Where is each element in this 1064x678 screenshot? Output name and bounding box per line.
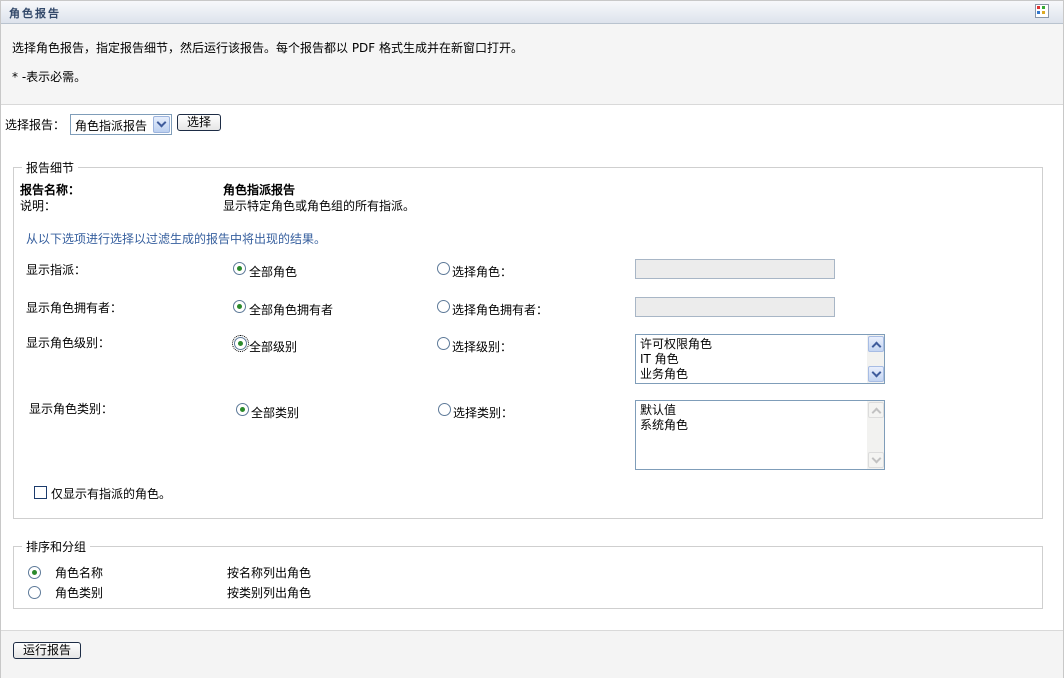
select-owners-radio[interactable] xyxy=(437,300,450,313)
sort-legend: 排序和分组 xyxy=(26,540,87,554)
select-roles-radio[interactable] xyxy=(437,262,450,275)
categories-options: 默认值 系统角色 xyxy=(640,403,688,433)
sort-by-name-desc: 按名称列出角色 xyxy=(227,566,312,580)
show-levels-label: 显示角色级别： xyxy=(26,336,111,350)
footer-bar: 运行报告 xyxy=(1,630,1063,678)
select-report-button[interactable]: 选择 xyxy=(177,114,221,131)
intro-text: 选择角色报告，指定报告细节，然后运行该报告。每个报告都以 PDF 格式生成并在新… xyxy=(12,41,524,55)
report-select-value: 角色指派报告 xyxy=(75,119,148,133)
sort-group: 排序和分组 xyxy=(13,538,1043,609)
show-assignments-label: 显示指派： xyxy=(26,263,87,277)
filter-hint: 从以下选项进行选择以过滤生成的报告中将出现的结果。 xyxy=(26,232,327,246)
only-assigned-checkbox[interactable] xyxy=(34,486,47,499)
select-roles-field[interactable] xyxy=(635,259,835,279)
show-categories-label: 显示角色类别： xyxy=(29,402,114,416)
chevron-down-icon[interactable] xyxy=(868,366,884,382)
chevron-down-icon[interactable] xyxy=(868,452,884,468)
chevron-up-icon[interactable] xyxy=(868,336,884,352)
sort-by-category-radio[interactable] xyxy=(28,586,41,599)
levels-options: 许可权限角色 IT 角色 业务角色 xyxy=(640,337,712,382)
report-details-group: 报告细节 xyxy=(13,159,1043,519)
select-roles-label: 选择角色： xyxy=(452,265,513,279)
sort-by-category-desc: 按类别列出角色 xyxy=(227,586,312,600)
levels-scrollbar[interactable] xyxy=(867,335,884,383)
levels-listbox[interactable]: 许可权限角色 IT 角色 业务角色 xyxy=(635,334,885,384)
all-categories-label: 全部类别 xyxy=(251,406,300,420)
only-assigned-label: 仅显示有指派的角色。 xyxy=(51,487,172,501)
all-owners-label: 全部角色拥有者 xyxy=(249,303,334,317)
list-item[interactable]: IT 角色 xyxy=(640,352,712,367)
page-title: 角色报告 xyxy=(9,7,61,20)
all-roles-label: 全部角色 xyxy=(249,265,298,279)
list-item[interactable]: 系统角色 xyxy=(640,418,688,433)
show-owners-label: 显示角色拥有者： xyxy=(26,301,123,315)
intro-panel: 选择角色报告，指定报告细节，然后运行该报告。每个报告都以 PDF 格式生成并在新… xyxy=(1,24,1063,105)
all-roles-radio[interactable] xyxy=(233,262,246,275)
description-label: 说明： xyxy=(20,199,57,213)
report-window: 角色报告 选择角色报告，指定报告细节，然后运行该报告。每个报告都以 PDF 格式… xyxy=(0,0,1064,678)
categories-listbox[interactable]: 默认值 系统角色 xyxy=(635,400,885,470)
list-item[interactable]: 许可权限角色 xyxy=(640,337,712,352)
select-categories-label: 选择类别： xyxy=(453,406,514,420)
report-details-legend: 报告细节 xyxy=(26,161,75,175)
chevron-up-icon[interactable] xyxy=(868,402,884,418)
required-note: * -表示必需。 xyxy=(12,70,87,84)
all-levels-radio[interactable] xyxy=(232,335,249,352)
select-levels-radio[interactable] xyxy=(437,337,450,350)
all-levels-label: 全部级别 xyxy=(249,340,298,354)
run-report-button[interactable]: 运行报告 xyxy=(13,642,81,659)
chevron-down-icon[interactable] xyxy=(153,116,170,133)
report-select-label: 选择报告： xyxy=(5,118,66,132)
select-owners-field[interactable] xyxy=(635,297,835,317)
report-select-dropdown[interactable]: 角色指派报告 xyxy=(70,114,172,135)
sort-by-name-label: 角色名称 xyxy=(55,566,104,580)
report-name-label: 报告名称： xyxy=(20,183,81,197)
select-categories-radio[interactable] xyxy=(438,403,451,416)
all-owners-radio[interactable] xyxy=(233,300,246,313)
categories-scrollbar[interactable] xyxy=(867,401,884,469)
report-name-value: 角色指派报告 xyxy=(223,183,296,197)
title-bar: 角色报告 xyxy=(1,1,1063,24)
select-owners-label: 选择角色拥有者： xyxy=(452,303,549,317)
grid-menu-icon[interactable] xyxy=(1035,4,1049,18)
all-categories-radio[interactable] xyxy=(236,403,249,416)
select-levels-label: 选择级别： xyxy=(452,340,513,354)
sort-by-category-label: 角色类别 xyxy=(55,586,104,600)
list-item[interactable]: 默认值 xyxy=(640,403,688,418)
list-item[interactable]: 业务角色 xyxy=(640,367,712,382)
description-value: 显示特定角色或角色组的所有指派。 xyxy=(223,199,416,213)
sort-by-name-radio[interactable] xyxy=(28,566,41,579)
